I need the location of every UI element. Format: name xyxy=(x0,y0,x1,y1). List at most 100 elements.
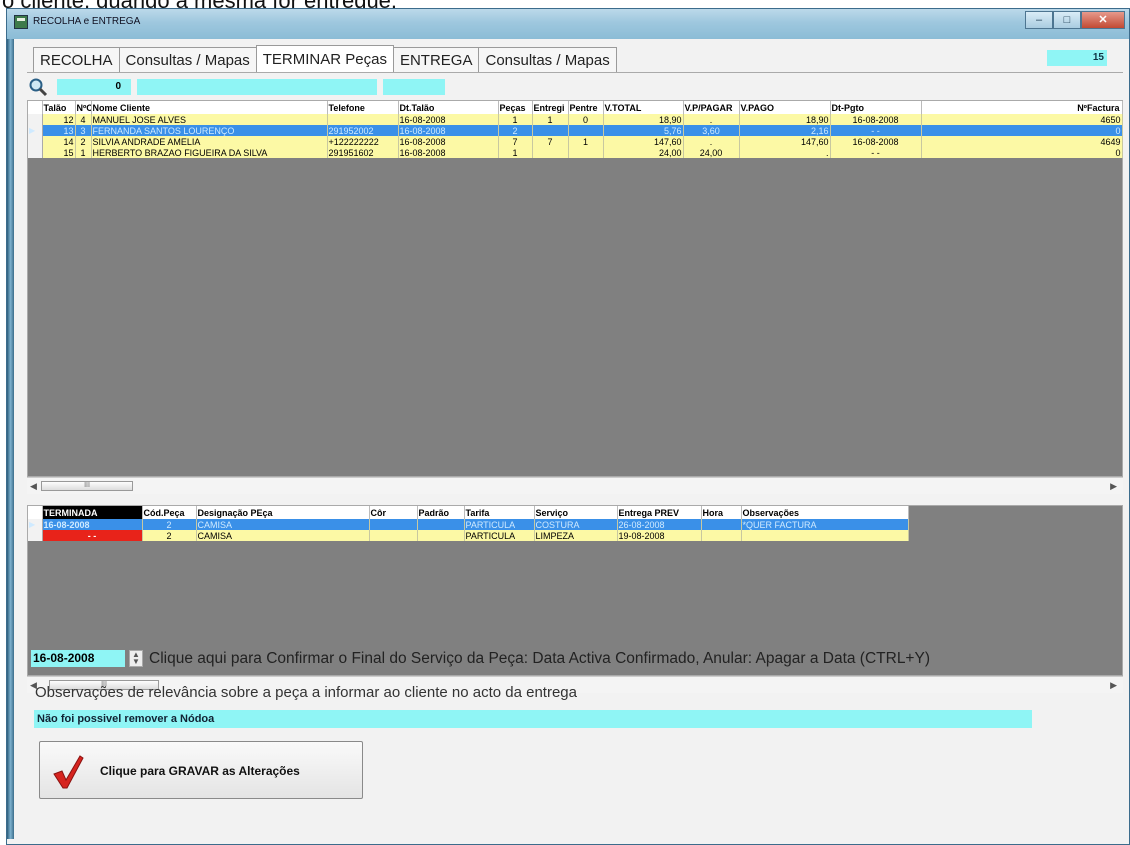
table-row[interactable]: - - 2 CAMISA PARTICULA LIMPEZA 19-08-200… xyxy=(28,530,909,541)
col-ncli[interactable]: NºCli xyxy=(75,101,92,114)
cell-dt-pgto: - - xyxy=(830,125,922,136)
tab-recolha[interactable]: RECOLHA xyxy=(33,47,120,72)
cell-pecas: 1 xyxy=(498,114,533,125)
col-padrao[interactable]: Padrão xyxy=(417,506,465,519)
col-nfactura[interactable]: NºFactura xyxy=(921,101,1123,114)
minimize-button[interactable]: – xyxy=(1025,11,1053,29)
taloes-hscrollbar[interactable]: ◀ III ▶ xyxy=(27,477,1123,494)
row-indicator: ▶ xyxy=(28,519,43,530)
cell-dt-talao: 16-08-2008 xyxy=(398,114,499,125)
observacoes-field[interactable]: Não foi possivel remover a Nódoa xyxy=(34,710,1032,728)
col-designacao[interactable]: Designação PEça xyxy=(196,506,370,519)
tab-consultas-mapas-1[interactable]: Consultas / Mapas xyxy=(118,47,257,72)
window-left-border xyxy=(7,39,14,839)
scroll-left-arrow-icon[interactable]: ◀ xyxy=(30,481,37,492)
app-window: RECOLHA e ENTREGA – □ ✕ RECOLHA Consulta… xyxy=(6,8,1130,845)
col-entrega-prev[interactable]: Entrega PREV xyxy=(617,506,702,519)
col-nome-cliente[interactable]: Nome Cliente xyxy=(91,101,328,114)
search-phone-field[interactable] xyxy=(383,79,445,95)
table-row-selected[interactable]: ▶ 16-08-2008 2 CAMISA PARTICULA COSTURA … xyxy=(28,519,909,530)
col-cor[interactable]: Côr xyxy=(369,506,418,519)
col-pecas[interactable]: Peças xyxy=(498,101,533,114)
cell-pentregar: 1 xyxy=(568,136,604,147)
cell-pecas: 2 xyxy=(498,125,533,136)
cell-telefone: 291951602 xyxy=(327,147,399,158)
cell-talao: 13 xyxy=(42,125,76,136)
window-controls: – □ ✕ xyxy=(1025,11,1125,29)
col-servico[interactable]: Serviço xyxy=(534,506,618,519)
table-row[interactable]: 14 2 SILVIA ANDRADE AMELIA +122222222 16… xyxy=(28,136,1123,147)
col-entregues[interactable]: Entregi xyxy=(532,101,569,114)
app-icon xyxy=(14,15,28,29)
cell-dt-talao: 16-08-2008 xyxy=(398,136,499,147)
col-v-ppagar[interactable]: V.P/PAGAR xyxy=(683,101,740,114)
cell-nome: SILVIA ANDRADE AMELIA xyxy=(91,136,328,147)
terminada-date-input[interactable]: 16-08-2008 xyxy=(31,650,125,667)
cell-v-pago: 2,16 xyxy=(739,125,831,136)
cell-observacoes xyxy=(741,530,909,541)
col-observacoes[interactable]: Observações xyxy=(741,506,909,519)
cell-dt-talao: 16-08-2008 xyxy=(398,125,499,136)
cell-nfactura: 4649 xyxy=(921,136,1123,147)
maximize-button[interactable]: □ xyxy=(1053,11,1081,29)
pecas-table: TERMINADA Cód.Peça Designação PEça Côr P… xyxy=(28,506,909,541)
checkmark-icon xyxy=(53,755,84,789)
save-button[interactable]: Clique para GRAVAR as Alterações xyxy=(39,741,363,799)
cell-hora xyxy=(701,519,742,530)
col-talao[interactable]: Talão xyxy=(42,101,76,114)
cell-entregues xyxy=(532,125,569,136)
cell-nfactura: 0 xyxy=(921,125,1123,136)
search-count: 0 xyxy=(57,79,131,95)
cell-v-pago: 18,90 xyxy=(739,114,831,125)
search-icon[interactable] xyxy=(28,77,48,97)
cell-talao: 15 xyxy=(42,147,76,158)
scroll-thumb[interactable]: III xyxy=(41,481,133,491)
tab-bar: RECOLHA Consultas / Mapas TERMINAR Peças… xyxy=(33,45,617,72)
cell-terminada[interactable]: 16-08-2008 xyxy=(42,519,143,530)
col-tarifa[interactable]: Tarifa xyxy=(464,506,535,519)
cell-v-total: 24,00 xyxy=(603,147,684,158)
cell-telefone xyxy=(327,114,399,125)
col-hora[interactable]: Hora xyxy=(701,506,742,519)
search-name-field[interactable] xyxy=(137,79,377,95)
cell-dt-pgto: 16-08-2008 xyxy=(830,114,922,125)
scroll-right-arrow-icon[interactable]: ▶ xyxy=(1110,481,1117,492)
cell-designacao: CAMISA xyxy=(196,519,370,530)
cell-terminada[interactable]: - - xyxy=(42,530,143,541)
date-spinner[interactable]: ▲ ▼ xyxy=(129,650,143,667)
taloes-header: Talão NºCli Nome Cliente Telefone Dt.Tal… xyxy=(28,101,1123,114)
col-dt-pgto[interactable]: Dt-Pgto xyxy=(830,101,922,114)
cell-nome: HERBERTO BRAZAO FIGUEIRA DA SILVA xyxy=(91,147,328,158)
col-v-total[interactable]: V.TOTAL xyxy=(603,101,684,114)
col-dt-talao[interactable]: Dt.Talão xyxy=(398,101,499,114)
cell-nome: FERNANDA SANTOS LOURENÇO xyxy=(91,125,328,136)
scroll-right-arrow-icon[interactable]: ▶ xyxy=(1110,680,1117,691)
cell-pentregar xyxy=(568,147,604,158)
cell-padrao xyxy=(417,519,465,530)
table-row[interactable]: 12 4 MANUEL JOSE ALVES 16-08-2008 1 1 0 … xyxy=(28,114,1123,125)
corner-cell xyxy=(28,101,43,114)
close-button[interactable]: ✕ xyxy=(1081,11,1125,29)
record-counter: 15 xyxy=(1047,50,1107,66)
observacoes-label: Observações de relevância sobre a peça a… xyxy=(35,684,577,701)
col-terminada[interactable]: TERMINADA xyxy=(42,506,143,519)
col-telefone[interactable]: Telefone xyxy=(327,101,399,114)
col-v-pago[interactable]: V.PAGO xyxy=(739,101,831,114)
table-row[interactable]: 15 1 HERBERTO BRAZAO FIGUEIRA DA SILVA 2… xyxy=(28,147,1123,158)
confirm-instruction[interactable]: Clique aqui para Confirmar o Final do Se… xyxy=(149,650,930,668)
col-pentregar[interactable]: Pentre xyxy=(568,101,604,114)
tab-consultas-mapas-2[interactable]: Consultas / Mapas xyxy=(478,47,617,72)
cell-pecas: 1 xyxy=(498,147,533,158)
cell-entrega-prev: 19-08-2008 xyxy=(617,530,702,541)
table-row-selected[interactable]: ▶ 13 3 FERNANDA SANTOS LOURENÇO 29195200… xyxy=(28,125,1123,136)
cell-pentregar: 0 xyxy=(568,114,604,125)
cell-tarifa: PARTICULA xyxy=(464,530,535,541)
cell-entregues xyxy=(532,147,569,158)
tab-entrega[interactable]: ENTREGA xyxy=(392,47,480,72)
cell-v-ppagar: 24,00 xyxy=(683,147,740,158)
cell-entregues: 7 xyxy=(532,136,569,147)
cell-designacao: CAMISA xyxy=(196,530,370,541)
tab-terminar-pecas[interactable]: TERMINAR Peças xyxy=(255,45,394,72)
cell-cod-peca: 2 xyxy=(142,530,197,541)
col-cod-peca[interactable]: Cód.Peça xyxy=(142,506,197,519)
